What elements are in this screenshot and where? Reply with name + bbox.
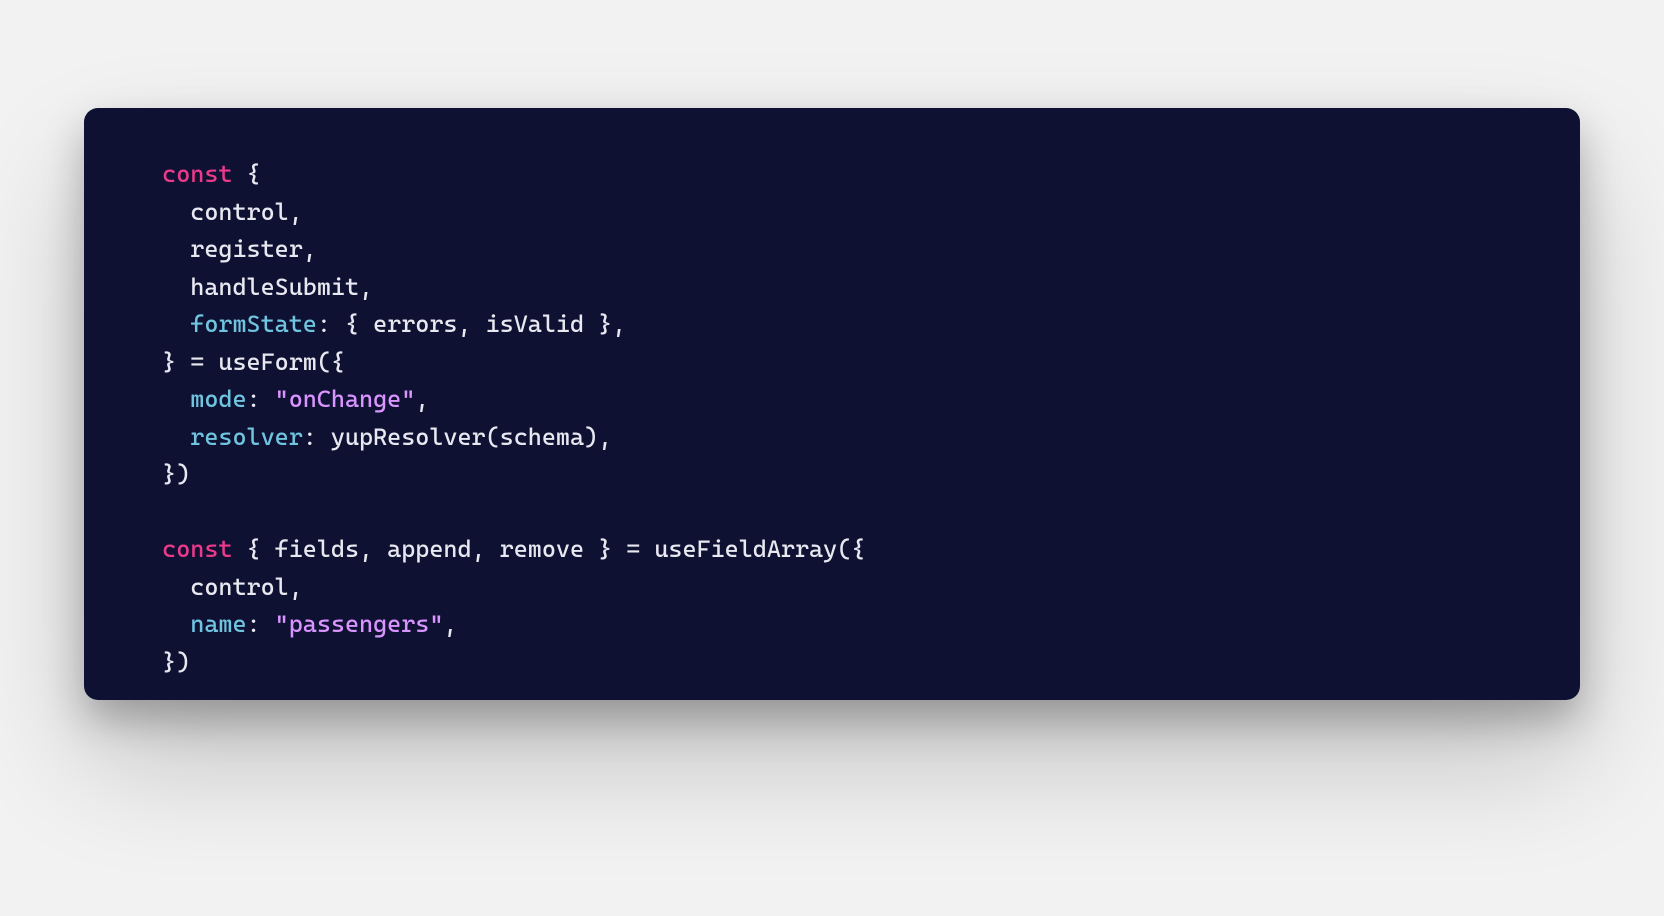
identifier-register: register, — [134, 235, 317, 263]
line-formstate: formState: { errors, isValid }, — [134, 310, 626, 338]
string-onChange: "onChange" — [275, 385, 416, 413]
close-usefieldarray: }) — [134, 648, 190, 676]
property-mode: mode — [190, 385, 246, 413]
line: const { fields, append, remove } = useFi… — [134, 535, 865, 563]
line-mode: mode: "onChange", — [134, 385, 429, 413]
identifier-errors: errors — [373, 310, 457, 338]
colon: : — [247, 385, 275, 413]
property-name: name — [190, 610, 246, 638]
close-and-equals: } = — [134, 348, 218, 376]
identifier-remove: remove — [500, 535, 584, 563]
brace-open: { — [232, 535, 274, 563]
brace-open: { — [331, 310, 373, 338]
fn-useFieldArray: useFieldArray — [654, 535, 837, 563]
identifier-schema: schema — [500, 423, 584, 451]
code-block: const { control, register, handleSubmit,… — [134, 156, 1530, 681]
paren-open: ( — [486, 423, 500, 451]
line-name: name: "passengers", — [134, 610, 457, 638]
fn-yupResolver: yupResolver — [331, 423, 486, 451]
paren-close: ), — [584, 423, 612, 451]
string-passengers: "passengers" — [275, 610, 444, 638]
line-resolver: resolver: yupResolver(schema), — [134, 423, 612, 451]
identifier-handleSubmit: handleSubmit, — [134, 273, 373, 301]
identifier-control: control, — [134, 198, 303, 226]
comma: , — [472, 535, 500, 563]
identifier-control: control, — [134, 573, 303, 601]
paren-open: ({ — [837, 535, 865, 563]
fn-useForm: useForm — [218, 348, 316, 376]
colon: : — [317, 310, 331, 338]
comma: , — [457, 310, 485, 338]
brace-close: } = — [584, 535, 654, 563]
line: const { — [134, 160, 261, 188]
keyword-const: const — [162, 160, 232, 188]
line-useform: } = useForm({ — [134, 348, 345, 376]
colon: : — [247, 610, 275, 638]
brace-open: { — [232, 160, 260, 188]
identifier-fields: fields — [275, 535, 359, 563]
identifier-isValid: isValid — [486, 310, 584, 338]
code-card: const { control, register, handleSubmit,… — [84, 108, 1580, 700]
property-resolver: resolver — [190, 423, 303, 451]
keyword-const: const — [162, 535, 232, 563]
comma: , — [443, 610, 457, 638]
paren-open: ({ — [317, 348, 345, 376]
identifier-append: append — [387, 535, 471, 563]
colon: : — [303, 423, 331, 451]
comma: , — [359, 535, 387, 563]
close-useform: }) — [134, 460, 190, 488]
property-formState: formState — [190, 310, 317, 338]
comma: , — [415, 385, 429, 413]
brace-close: }, — [584, 310, 626, 338]
